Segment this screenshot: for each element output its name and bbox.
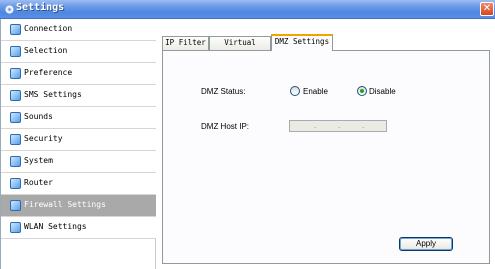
sidebar-item-connection[interactable]: Connection <box>1 19 156 41</box>
apply-button-label: Apply <box>415 239 436 248</box>
tab-ip-filter[interactable]: IP Filter <box>162 36 209 50</box>
sidebar-item-label: Selection <box>24 46 68 55</box>
sidebar-item-selection[interactable]: Selection <box>1 41 156 63</box>
wlan-icon <box>10 222 21 233</box>
connection-icon <box>10 24 21 35</box>
sounds-icon <box>10 112 21 123</box>
sidebar-item-security[interactable]: Security <box>1 129 156 151</box>
title-bar: Settings ✕ <box>0 0 495 19</box>
tab-label: IP Filter <box>165 38 206 47</box>
settings-icon <box>5 5 14 14</box>
close-button[interactable]: ✕ <box>480 2 494 16</box>
sidebar-item-system[interactable]: System <box>1 151 156 173</box>
main-panel: IP Filter Virtual Server DMZ Settings DM… <box>157 19 495 269</box>
sms-icon <box>10 90 21 101</box>
sidebar-item-label: WLAN Settings <box>24 222 87 231</box>
apply-button[interactable]: Apply <box>399 237 453 251</box>
tab-virtual-server[interactable]: Virtual Server <box>209 36 271 59</box>
preference-icon <box>10 68 21 79</box>
selection-icon <box>10 46 21 57</box>
tab-label: DMZ Settings <box>274 37 330 46</box>
sidebar-item-wlan-settings[interactable]: WLAN Settings <box>1 217 156 239</box>
sidebar-item-sms-settings[interactable]: SMS Settings <box>1 85 156 107</box>
disable-radio[interactable] <box>357 86 367 96</box>
sidebar-item-preference[interactable]: Preference <box>1 63 156 85</box>
ip-separator: . <box>314 122 317 130</box>
sidebar-item-label: SMS Settings <box>24 90 82 99</box>
dmz-status-label: DMZ Status: <box>201 87 246 96</box>
dmz-host-ip-field[interactable]: . . . <box>289 120 387 132</box>
sidebar-item-router[interactable]: Router <box>1 173 156 195</box>
disable-label[interactable]: Disable <box>369 87 396 96</box>
tab-dmz-settings[interactable]: DMZ Settings <box>271 34 333 51</box>
sidebar: Connection Selection Preference SMS Sett… <box>1 19 156 269</box>
window-body: Connection Selection Preference SMS Sett… <box>0 19 495 269</box>
sidebar-item-sounds[interactable]: Sounds <box>1 107 156 129</box>
ip-separator: . <box>362 122 365 130</box>
sidebar-item-label: Preference <box>24 68 73 77</box>
ip-separator: . <box>338 122 341 130</box>
sidebar-item-label: Firewall Settings <box>24 200 106 209</box>
dmz-settings-panel: DMZ Status: Enable Disable DMZ Host IP: … <box>162 50 490 264</box>
sidebar-item-label: Connection <box>24 24 73 33</box>
close-icon: ✕ <box>482 3 492 14</box>
sidebar-item-label: Security <box>24 134 63 143</box>
window-title: Settings <box>16 2 65 13</box>
router-icon <box>10 178 21 189</box>
enable-label[interactable]: Enable <box>303 87 328 96</box>
firewall-icon <box>10 200 21 211</box>
sidebar-item-label: Router <box>24 178 53 187</box>
sidebar-item-label: Sounds <box>24 112 53 121</box>
sidebar-item-label: System <box>24 156 53 165</box>
dmz-host-ip-label: DMZ Host IP: <box>201 122 250 131</box>
enable-radio[interactable] <box>290 86 300 96</box>
security-icon <box>10 134 21 145</box>
system-icon <box>10 156 21 167</box>
sidebar-item-firewall-settings[interactable]: Firewall Settings <box>1 195 156 217</box>
